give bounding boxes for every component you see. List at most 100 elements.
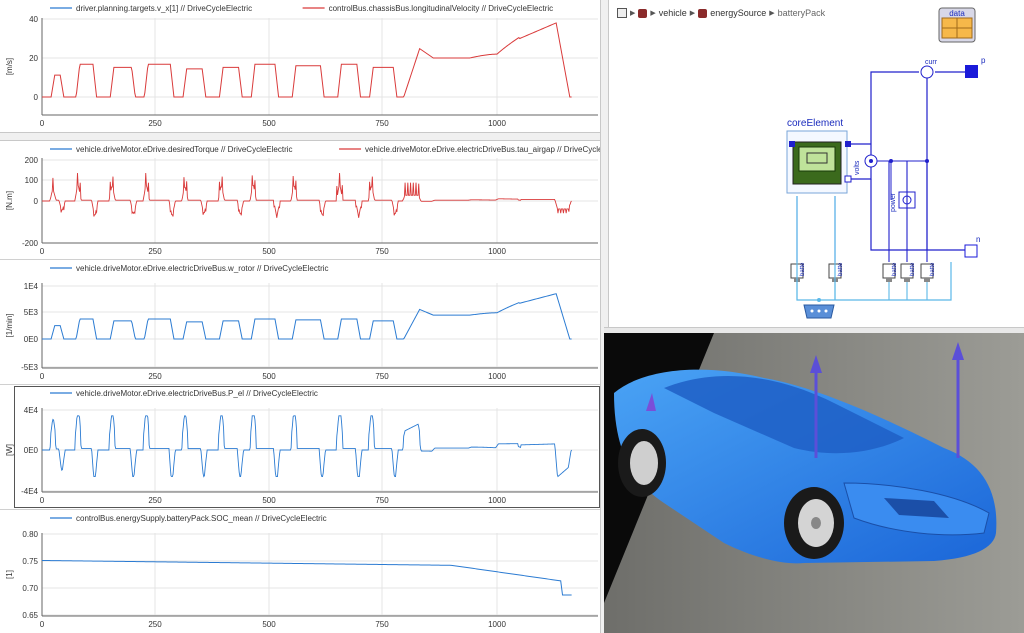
x-tick-label: 0: [40, 496, 45, 505]
x-tick-label: 500: [262, 372, 276, 381]
temperature-sensor-label: batte: [892, 262, 898, 276]
vehicle-3d-scene[interactable]: [604, 333, 1024, 633]
current-sensor-label: curr: [925, 59, 938, 66]
x-tick-label: 750: [375, 247, 389, 256]
temperature-sensor[interactable]: batte: [900, 161, 916, 300]
x-tick-label: 250: [148, 119, 162, 128]
diagram-view[interactable]: ▶ ▶ vehicle ▶ energySource ▶ batteryPack…: [608, 0, 1024, 327]
x-tick-label: 0: [40, 247, 45, 256]
port-n[interactable]: n: [964, 235, 980, 258]
y-tick-label: 0: [34, 197, 39, 206]
x-tick-label: 0: [40, 119, 45, 128]
power-sensor[interactable]: power: [890, 191, 916, 212]
port-p-label: p: [981, 56, 986, 65]
plot-grid: [41, 18, 598, 115]
x-tick-label: 1000: [488, 496, 506, 505]
y-tick-label: 40: [29, 15, 38, 24]
legend-entry[interactable]: controlBus.chassisBus.longitudinalVeloci…: [329, 4, 554, 13]
legend-entry[interactable]: driver.planning.targets.v_x[1] // DriveC…: [76, 4, 252, 13]
y-tick-label: 0.65: [22, 611, 38, 620]
x-tick-label: 500: [262, 496, 276, 505]
front-left-wheel: [618, 429, 666, 497]
y-tick-label: 20: [29, 54, 38, 63]
temperature-sensor[interactable]: batte: [790, 196, 806, 300]
y-tick-label: -5E3: [21, 363, 38, 372]
x-tick-label: 250: [148, 372, 162, 381]
x-tick-label: 500: [262, 247, 276, 256]
animation-3d-view[interactable]: [604, 333, 1024, 633]
temperature-sensor[interactable]: batte: [920, 161, 936, 300]
x-tick-label: 750: [375, 496, 389, 505]
heat-port[interactable]: [803, 304, 835, 319]
y-unit-label: [W]: [5, 444, 14, 456]
y-tick-label: 5E3: [24, 308, 39, 317]
y-tick-label: 0.75: [22, 557, 38, 566]
y-unit-label: [m/s]: [5, 58, 14, 75]
voltage-sensor-label: volts: [854, 160, 861, 175]
legend-entry[interactable]: vehicle.driveMotor.eDrive.electricDriveB…: [76, 389, 318, 398]
temperature-sensor-label: batte: [838, 262, 844, 276]
y-tick-label: 0.70: [22, 584, 38, 593]
port-p[interactable]: p: [965, 56, 986, 78]
y-tick-label: -4E4: [21, 487, 38, 496]
electric-power-plot[interactable]: -4E4 0E0 4E4 0 250 500 750 1000 [W] vehicle.drive…: [0, 385, 601, 509]
x-tick-label: 250: [148, 247, 162, 256]
y-tick-label: 200: [25, 156, 39, 165]
x-tick-label: 750: [375, 119, 389, 128]
temperature-sensor-label: batte: [910, 262, 916, 276]
plot-pane-torque[interactable]: -200 0 100 200 0 250 500 750 1000 [N.m] vehicle.dr…: [0, 141, 601, 259]
x-tick-label: 1000: [488, 119, 506, 128]
y-tick-label: 0E0: [24, 335, 39, 344]
plot-pane-soc[interactable]: 0.65 0.70 0.75 0.80 0 250 500 750 1000 [1] control…: [0, 510, 601, 633]
y-tick-label: 100: [25, 176, 39, 185]
app-window: 0 20 40 0 250 500 750 1000 [m/s] driver.planning.…: [0, 0, 1024, 633]
temperature-sensor-label: batte: [930, 262, 936, 276]
velocity-plot[interactable]: 0 20 40 0 250 500 750 1000 [m/s] driver.planning.…: [0, 0, 601, 132]
legend-entry[interactable]: vehicle.driveMotor.eDrive.electricDriveB…: [76, 264, 329, 273]
series-line: [42, 415, 573, 478]
x-tick-label: 0: [40, 372, 45, 381]
y-tick-label: 0: [34, 93, 39, 102]
y-tick-label: 1E4: [24, 282, 39, 291]
legend-entry[interactable]: vehicle.driveMotor.eDrive.desiredTorque …: [76, 145, 293, 154]
x-tick-label: 1000: [488, 372, 506, 381]
core-element-label: coreElement: [787, 118, 843, 129]
plot-window-velocity[interactable]: 0 20 40 0 250 500 750 1000 [m/s] driver.planning.…: [0, 0, 601, 132]
y-tick-label: 4E4: [24, 406, 39, 415]
front-right-wheel: [784, 487, 844, 559]
series-line: [42, 22, 572, 98]
torque-plot[interactable]: -20001002000 250 500 750 1000[N.m]vehicle.dr…: [0, 141, 601, 259]
plot-pane-electric-power[interactable]: -4E4 0E0 4E4 0 250 500 750 1000 [W] vehicle.drive…: [0, 385, 601, 509]
x-tick-label: 500: [262, 620, 276, 629]
plot-window-separator[interactable]: [0, 132, 601, 141]
x-tick-label: 750: [375, 372, 389, 381]
plot-grid: [41, 283, 598, 368]
core-element[interactable]: coreElement: [786, 118, 852, 194]
x-tick-label: 250: [148, 620, 162, 629]
battery-pack-diagram[interactable]: data curr p coreElement volts n power ba…: [609, 0, 1024, 327]
soc-plot[interactable]: 0.65 0.70 0.75 0.80 0 250 500 750 1000 [1] control…: [0, 510, 601, 633]
y-tick-label: 0E0: [24, 446, 39, 455]
legend-entry[interactable]: vehicle.driveMotor.eDrive.electricDriveB…: [365, 145, 601, 154]
x-tick-label: 0: [40, 620, 45, 629]
y-tick-label: -200: [22, 239, 39, 248]
y-tick-label: 0.80: [22, 530, 38, 539]
y-unit-label: [N.m]: [5, 191, 14, 210]
power-sensor-label: power: [890, 192, 897, 212]
x-tick-label: 250: [148, 496, 162, 505]
data-record-icon[interactable]: data: [938, 7, 976, 43]
voltage-sensor[interactable]: volts: [854, 154, 878, 175]
port-n-label: n: [976, 235, 980, 244]
y-unit-label: [1/min]: [5, 313, 14, 337]
x-tick-label: 500: [262, 119, 276, 128]
y-unit-label: [1]: [5, 570, 14, 579]
rotor-speed-plot[interactable]: -5E3 0E0 5E3 1E4 0 250 500 750 1000 [1/min] vehicl…: [0, 260, 601, 384]
legend-entry[interactable]: controlBus.energySupply.batteryPack.SOC_…: [76, 514, 327, 523]
x-tick-label: 1000: [488, 620, 506, 629]
x-tick-label: 750: [375, 620, 389, 629]
temperature-sensor[interactable]: batte: [828, 196, 844, 300]
current-sensor[interactable]: curr: [920, 59, 938, 79]
series-line: [41, 559, 572, 596]
plot-pane-rotor-speed[interactable]: -5E3 0E0 5E3 1E4 0 250 500 750 1000 [1/min] vehicl…: [0, 260, 601, 384]
plot-grid: [41, 408, 598, 492]
